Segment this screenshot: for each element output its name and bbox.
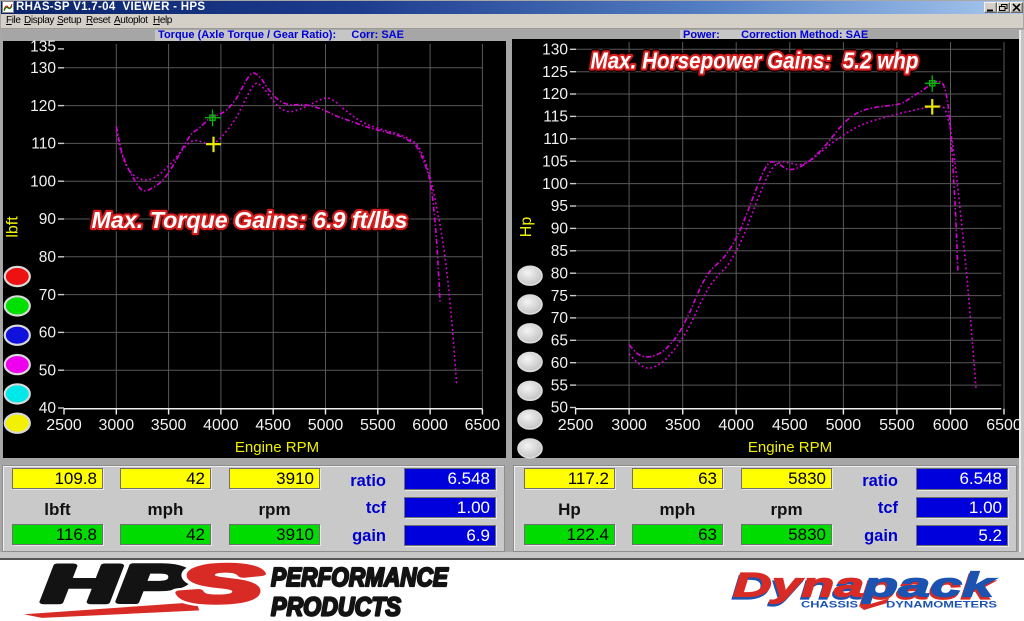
svg-text:4500: 4500 [772, 417, 808, 434]
svg-text:Max. Horsepower Gains: 5.2 wh: Max. Horsepower Gains: 5.2 whp [591, 48, 919, 74]
svg-text:90: 90 [551, 221, 569, 238]
svg-text:90: 90 [39, 211, 57, 228]
svg-text:110: 110 [31, 136, 56, 153]
svg-text:135: 135 [30, 39, 56, 56]
svg-text:80: 80 [39, 249, 57, 266]
svg-text:Hp: Hp [518, 217, 535, 238]
svg-text:CHASSIS: CHASSIS [801, 600, 858, 611]
svg-text:6500: 6500 [986, 417, 1022, 434]
svg-text:2500: 2500 [46, 417, 82, 434]
svg-text:5500: 5500 [360, 417, 396, 434]
svg-text:95: 95 [551, 198, 568, 215]
svg-text:3000: 3000 [611, 417, 647, 434]
svg-text:4500: 4500 [255, 417, 291, 434]
svg-text:100: 100 [30, 173, 56, 190]
svg-text:DYNAMOMETERS: DYNAMOMETERS [886, 600, 997, 611]
svg-text:105: 105 [542, 153, 568, 170]
svg-text:60: 60 [551, 355, 569, 372]
svg-text:Engine RPM: Engine RPM [748, 439, 832, 456]
svg-text:6000: 6000 [933, 417, 969, 434]
svg-text:4000: 4000 [718, 417, 754, 434]
svg-text:HP: HP [42, 555, 189, 614]
svg-text:60: 60 [39, 325, 57, 342]
svg-text:40: 40 [39, 400, 57, 417]
svg-text:130: 130 [30, 60, 56, 77]
svg-text:5500: 5500 [879, 417, 915, 434]
svg-text:2500: 2500 [558, 417, 594, 434]
svg-text:120: 120 [542, 86, 568, 103]
svg-text:4000: 4000 [203, 417, 239, 434]
svg-text:PRODUCTS: PRODUCTS [271, 592, 402, 621]
svg-text:3500: 3500 [665, 417, 701, 434]
svg-text:Max. Torque Gains: 6.9 ft/lbs: Max. Torque Gains: 6.9 ft/lbs [92, 207, 408, 233]
svg-text:100: 100 [542, 176, 568, 193]
svg-text:110: 110 [543, 131, 568, 148]
svg-text:55: 55 [551, 377, 568, 394]
svg-text:6000: 6000 [412, 417, 448, 434]
svg-text:125: 125 [542, 64, 568, 81]
svg-text:130: 130 [542, 42, 568, 59]
svg-text:115: 115 [543, 109, 568, 126]
svg-text:PERFORMANCE: PERFORMANCE [271, 562, 449, 592]
svg-text:70: 70 [39, 287, 57, 304]
svg-text:6500: 6500 [465, 417, 501, 434]
svg-text:3500: 3500 [151, 417, 187, 434]
svg-text:5000: 5000 [826, 417, 862, 434]
svg-text:80: 80 [551, 265, 569, 282]
svg-text:65: 65 [551, 333, 568, 350]
svg-text:50: 50 [39, 362, 57, 379]
svg-text:lbft: lbft [5, 216, 22, 238]
svg-text:Engine RPM: Engine RPM [235, 439, 319, 456]
svg-text:70: 70 [551, 310, 569, 327]
svg-text:120: 120 [30, 98, 56, 115]
svg-text:5000: 5000 [308, 417, 344, 434]
svg-text:S: S [179, 555, 262, 614]
svg-text:3000: 3000 [99, 417, 135, 434]
svg-text:50: 50 [551, 400, 569, 417]
svg-text:85: 85 [551, 243, 568, 260]
svg-text:75: 75 [551, 288, 568, 305]
